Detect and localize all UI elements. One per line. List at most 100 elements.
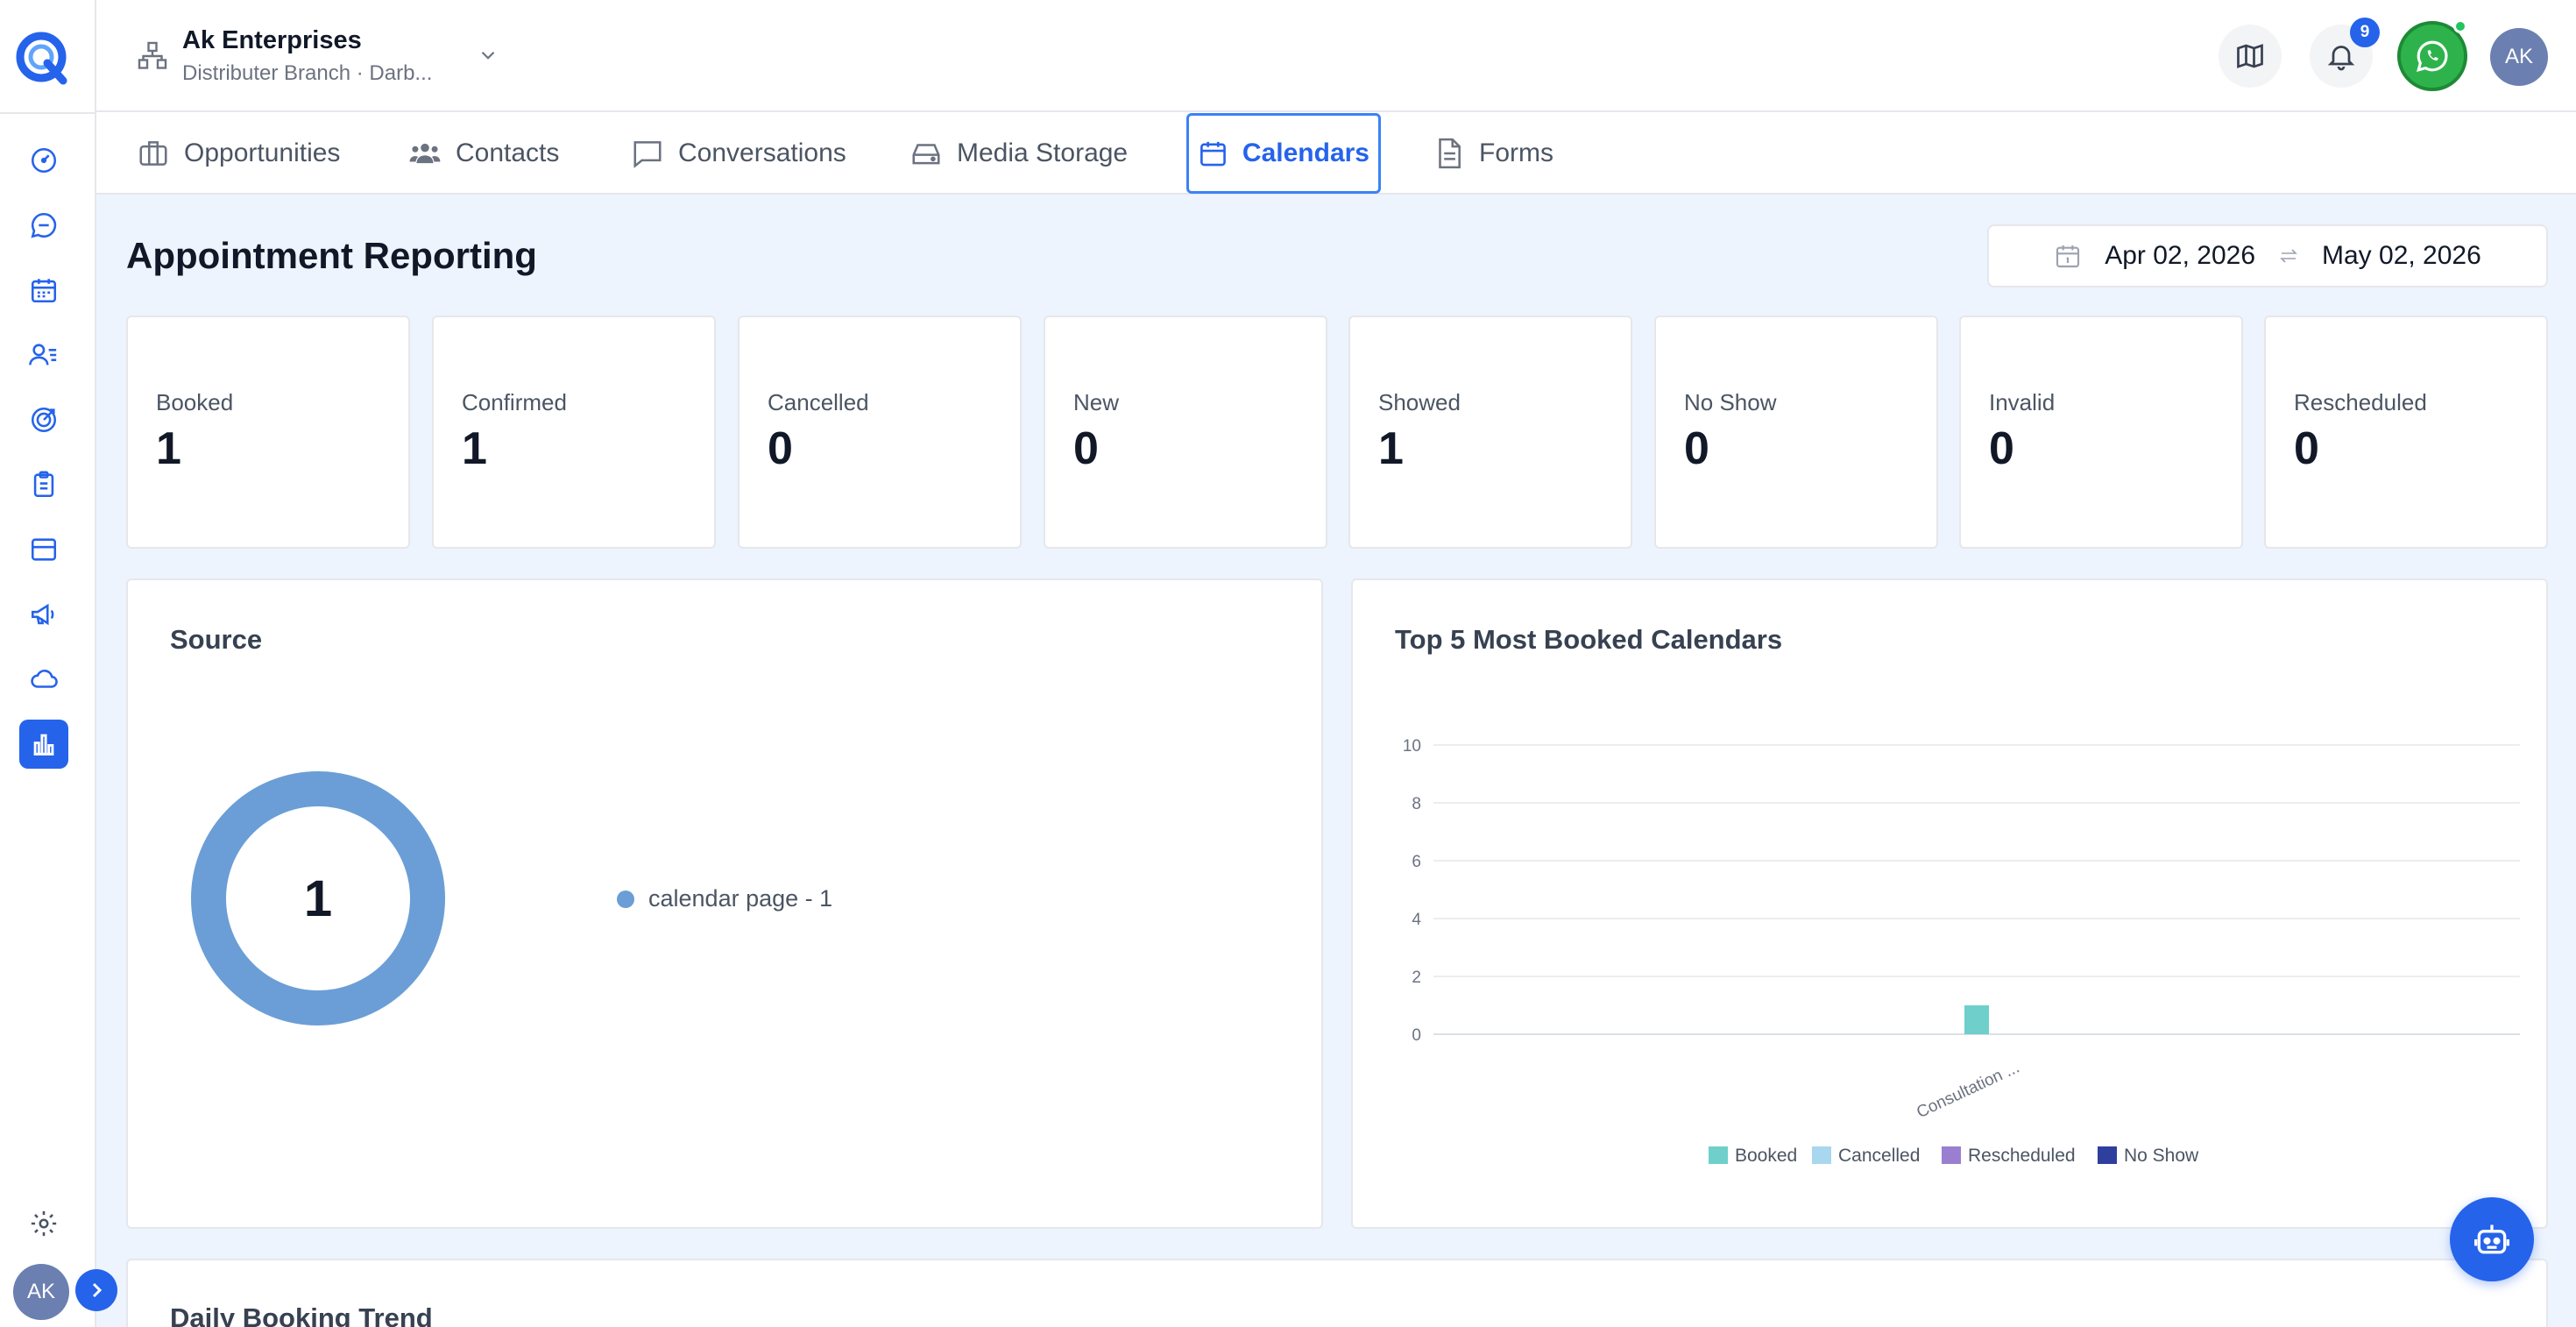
top-calendars-panel: Top 5 Most Booked Calendars 0 2 4 6 8 10 Consu…: [1351, 578, 2548, 1229]
tab-label: Conversations: [678, 138, 846, 167]
tab-bar: Opportunities Contacts Conversations Med…: [96, 112, 2576, 195]
chevron-right-icon: [92, 1282, 103, 1298]
stat-value: 1: [156, 423, 181, 474]
stat-card-cancelled: Cancelled 0: [738, 316, 1022, 549]
tab-contacts[interactable]: Contacts: [400, 112, 568, 195]
tab-label: Opportunities: [184, 138, 341, 167]
tab-media-storage[interactable]: Media Storage: [901, 112, 1136, 195]
date-start[interactable]: Apr 02, 2026: [2105, 241, 2255, 271]
stat-label: Invalid: [1989, 389, 2056, 415]
stat-card-no-show: No Show 0: [1654, 316, 1938, 549]
org-branch[interactable]: Distributer Branch · Darb...: [182, 61, 432, 86]
bell-icon: [2327, 46, 2355, 71]
tab-forms[interactable]: Forms: [1423, 112, 1562, 195]
header-avatar-initials: AK: [2504, 45, 2533, 68]
cloud-icon: [31, 670, 58, 688]
sidebar-item-settings[interactable]: [19, 1199, 68, 1248]
sidebar-item-sites[interactable]: [19, 655, 68, 704]
sidebar-item-dashboard[interactable]: [19, 136, 68, 185]
sidebar-item-marketing[interactable]: [19, 590, 68, 639]
source-legend-item: calendar page - 1: [617, 885, 832, 912]
storage-icon: [912, 144, 940, 165]
sidebar-item-conversations[interactable]: [19, 201, 68, 250]
top-calendars-bar-chart: 0 2 4 6 8 10 Consultation ... Booked Cancelled Re…: [1403, 737, 2520, 1166]
legend-label: calendar page - 1: [648, 885, 833, 912]
page-title: Appointment Reporting: [126, 235, 537, 276]
tab-conversations[interactable]: Conversations: [622, 112, 855, 195]
map-button[interactable]: [2219, 25, 2282, 88]
briefcase-icon: [139, 141, 167, 166]
chevron-down-icon[interactable]: [477, 44, 499, 67]
stat-value: 1: [1378, 423, 1404, 474]
stat-label: New: [1073, 389, 1120, 415]
robot-icon: [2474, 1224, 2509, 1254]
sidebar-item-contacts[interactable]: [19, 330, 68, 380]
stat-value: 1: [462, 423, 487, 474]
y-tick-label: 10: [1403, 737, 1421, 756]
tab-opportunities[interactable]: Opportunities: [128, 112, 349, 195]
stat-card-confirmed: Confirmed 1: [432, 316, 716, 549]
calendar-icon: [1200, 141, 1226, 167]
legend-label: No Show: [2124, 1146, 2199, 1166]
sidebar-divider: [0, 112, 96, 114]
document-icon: [1439, 138, 1461, 169]
sidebar-item-calendar[interactable]: [19, 266, 68, 315]
app-logo-icon[interactable]: [12, 26, 74, 88]
legend-label: Cancelled: [1838, 1146, 1920, 1166]
dashboard-icon: [31, 147, 57, 174]
stat-label: No Show: [1684, 389, 1777, 415]
sidebar-item-reporting[interactable]: [19, 720, 68, 769]
user-avatar[interactable]: AK: [13, 1264, 69, 1320]
stat-card-showed: Showed 1: [1348, 316, 1632, 549]
y-tick-label: 0: [1412, 1026, 1421, 1045]
daily-booking-trend-title: Daily Booking Trend: [170, 1302, 433, 1327]
avatar-initials: AK: [26, 1280, 55, 1303]
whatsapp-icon: [2417, 40, 2448, 72]
bar-booked: [1964, 1005, 1989, 1034]
target-icon: [31, 407, 57, 433]
stat-value: 0: [1989, 423, 2014, 474]
stat-value: 0: [2294, 423, 2319, 474]
sidebar-item-payments[interactable]: [19, 525, 68, 574]
sidebar-item-opportunities[interactable]: [19, 395, 68, 444]
stat-card-invalid: Invalid 0: [1959, 316, 2243, 549]
contacts-icon: [29, 344, 57, 365]
y-tick-label: 2: [1412, 969, 1421, 987]
y-tick-label: 8: [1412, 795, 1421, 813]
stat-value: 0: [1073, 423, 1099, 474]
header-avatar[interactable]: AK: [2490, 28, 2548, 86]
y-tick-label: 4: [1412, 911, 1421, 929]
sidebar-item-tasks[interactable]: [19, 460, 68, 509]
stat-value: 0: [768, 423, 793, 474]
megaphone-icon: [31, 603, 54, 626]
stat-label: Showed: [1378, 389, 1461, 415]
legend-swatch: [2098, 1146, 2117, 1164]
stat-label: Rescheduled: [2294, 389, 2427, 415]
donut-total: 1: [303, 869, 333, 927]
org-name[interactable]: Ak Enterprises: [182, 26, 362, 55]
stat-value: 0: [1684, 423, 1709, 474]
sidebar-expand-button[interactable]: [75, 1269, 117, 1311]
tab-calendars[interactable]: Calendars: [1186, 113, 1381, 194]
y-tick-label: 6: [1412, 853, 1421, 871]
payments-icon: [31, 538, 57, 561]
stat-label: Confirmed: [462, 389, 567, 415]
date-end[interactable]: May 02, 2026: [2322, 241, 2481, 271]
tab-label: Contacts: [456, 138, 560, 167]
assistant-bot-button[interactable]: [2450, 1197, 2534, 1281]
tab-label: Media Storage: [957, 138, 1129, 167]
date-range-picker[interactable]: Apr 02, 2026 May 02, 2026: [1987, 224, 2548, 287]
chat-icon: [31, 212, 57, 238]
source-panel: Source 1 calendar page - 1: [126, 578, 1323, 1229]
x-tick-label: Consultation ...: [1914, 1058, 2022, 1122]
map-icon: [2237, 44, 2263, 68]
legend-swatch: [1942, 1146, 1961, 1164]
calendar-icon: [2056, 245, 2080, 268]
stat-label: Booked: [156, 389, 234, 415]
daily-booking-trend-panel: Daily Booking Trend: [126, 1259, 2548, 1327]
top-header: Ak Enterprises Distributer Branch · Darb…: [96, 0, 2576, 112]
source-panel-title: Source: [170, 624, 263, 655]
stat-card-booked: Booked 1: [126, 316, 410, 549]
online-status-dot: [2453, 19, 2467, 33]
clipboard-icon: [33, 471, 54, 498]
